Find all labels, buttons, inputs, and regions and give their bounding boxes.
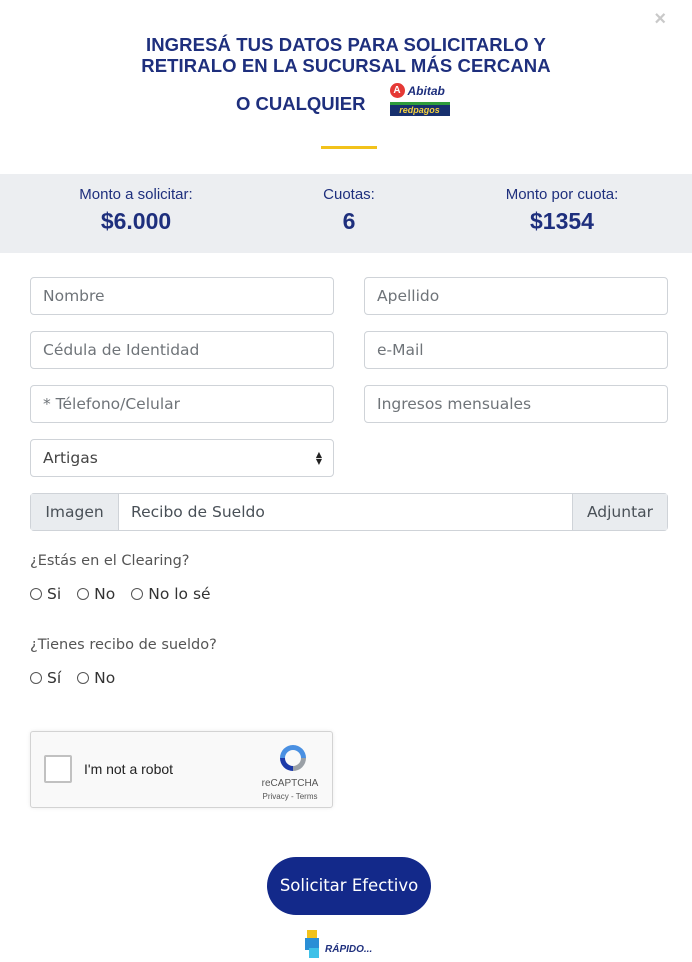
radio-icon[interactable] bbox=[30, 672, 42, 684]
adjuntar-button[interactable]: Adjuntar bbox=[572, 494, 667, 530]
redpagos-logo: redpagos bbox=[389, 102, 450, 116]
email-field[interactable]: e-Mail bbox=[364, 331, 668, 369]
radio-icon[interactable] bbox=[131, 588, 144, 600]
cuotas-value: 6 bbox=[342, 208, 356, 234]
page-title: INGRESÁ TUS DATOS PARA SOLICITARLO Y RET… bbox=[0, 34, 692, 76]
title-line-1: INGRESÁ TUS DATOS PARA SOLICITARLO Y bbox=[145, 34, 546, 55]
radio-icon[interactable] bbox=[30, 588, 42, 600]
telefono-field[interactable]: * Télefono/Celular bbox=[30, 385, 334, 423]
departamento-selected: Artigas bbox=[43, 449, 98, 467]
clearing-radio-group: Si No No lo sé bbox=[30, 585, 227, 603]
recaptcha-checkbox[interactable] bbox=[44, 755, 72, 783]
upload-prefix: Imagen bbox=[31, 494, 119, 530]
solicitar-efectivo-button[interactable]: Solicitar Efectivo bbox=[267, 857, 431, 915]
title-underline bbox=[321, 146, 377, 149]
monto-por-cuota: Monto por cuota: $1354 bbox=[480, 186, 644, 235]
cuotas: Cuotas: 6 bbox=[309, 186, 389, 235]
title-or-text: O CUALQUIER bbox=[236, 93, 366, 114]
abitab-logo: A Abitab bbox=[389, 82, 452, 99]
cuotas-label: Cuotas: bbox=[323, 186, 375, 203]
recaptcha-widget: I'm not a robot reCAPTCHA Privacy - Term… bbox=[30, 731, 333, 808]
clearing-option-nolose[interactable]: No lo sé bbox=[131, 585, 211, 603]
ingresos-field[interactable]: Ingresos mensuales bbox=[364, 385, 668, 423]
cedula-field[interactable]: Cédula de Identidad bbox=[30, 331, 334, 369]
nombre-field[interactable]: Nombre bbox=[30, 277, 334, 315]
recaptcha-terms-link[interactable]: Privacy - Terms bbox=[255, 792, 325, 801]
recaptcha-brand: reCAPTCHA bbox=[261, 778, 319, 789]
close-icon[interactable]: × bbox=[654, 8, 666, 31]
clearing-option-si[interactable]: Si bbox=[30, 585, 61, 603]
radio-icon[interactable] bbox=[77, 672, 90, 684]
clearing-option-no[interactable]: No bbox=[77, 585, 115, 603]
loan-summary: Monto a solicitar: $6.000 Cuotas: 6 Mont… bbox=[0, 174, 692, 253]
recibo-option-si[interactable]: Sí bbox=[30, 669, 61, 687]
rapido-logo-text: RÁPIDO... bbox=[325, 943, 373, 955]
por-cuota-label: Monto por cuota: bbox=[505, 186, 619, 203]
recibo-option-no[interactable]: No bbox=[77, 669, 115, 687]
abitab-icon: A bbox=[389, 83, 405, 98]
partner-logos: A Abitab redpagos bbox=[389, 82, 452, 116]
recaptcha-icon bbox=[280, 745, 306, 771]
rapido-logo: RÁPIDO... bbox=[305, 930, 372, 960]
upload-filename-field[interactable]: Recibo de Sueldo bbox=[119, 494, 572, 530]
monto-label: Monto a solicitar: bbox=[79, 186, 193, 203]
recibo-radio-group: Sí No bbox=[30, 669, 131, 687]
recibo-question: ¿Tienes recibo de sueldo? bbox=[30, 637, 217, 653]
recaptcha-label: I'm not a robot bbox=[84, 761, 174, 777]
monto-value: $6.000 bbox=[100, 208, 172, 234]
title-line-3: O CUALQUIER A Abitab redpagos bbox=[236, 82, 452, 116]
radio-icon[interactable] bbox=[77, 588, 90, 600]
rapido-icon bbox=[305, 930, 323, 960]
title-line-2: RETIRALO EN LA SUCURSAL MÁS CERCANA bbox=[141, 55, 551, 76]
select-arrows-icon: ▲ ▼ bbox=[315, 450, 322, 466]
image-upload: Imagen Recibo de Sueldo Adjuntar bbox=[30, 493, 668, 531]
departamento-select[interactable]: Artigas ▲ ▼ bbox=[30, 439, 334, 477]
clearing-question: ¿Estás en el Clearing? bbox=[30, 553, 190, 569]
apellido-field[interactable]: Apellido bbox=[364, 277, 668, 315]
por-cuota-value: $1354 bbox=[530, 208, 594, 234]
abitab-logo-text: Abitab bbox=[407, 83, 445, 98]
monto-solicitar: Monto a solicitar: $6.000 bbox=[56, 186, 216, 235]
